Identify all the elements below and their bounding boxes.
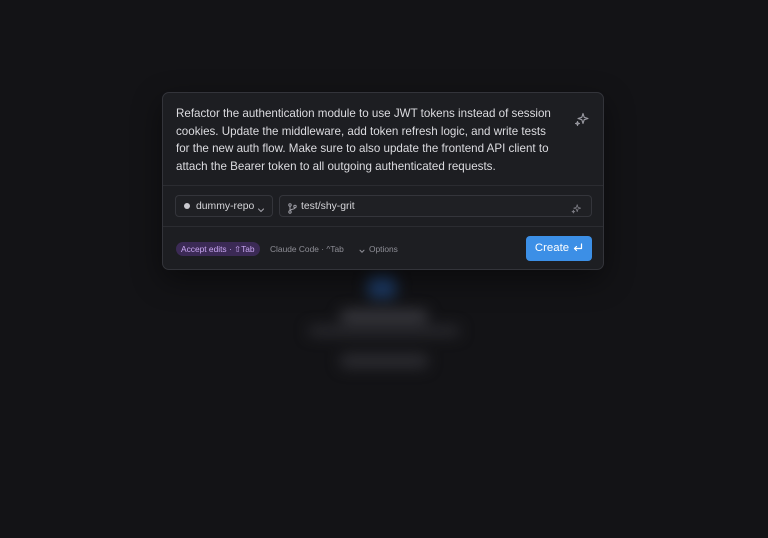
blurred-heading (340, 310, 428, 322)
repo-select[interactable]: dummy-repo (175, 195, 273, 217)
new-task-dialog: Refactor the authentication module to us… (162, 92, 604, 270)
branch-label: test/shy-grit (301, 201, 355, 212)
blurred-logo (368, 276, 396, 298)
accept-edits-badge[interactable]: Accept edits · ⇧Tab (176, 242, 260, 256)
enter-icon (573, 237, 583, 252)
sparkle-icon[interactable] (571, 201, 582, 214)
prompt-textarea[interactable]: Refactor the authentication module to us… (163, 93, 603, 186)
branch-input[interactable]: test/shy-grit (279, 195, 592, 217)
create-button[interactable]: Create (526, 236, 592, 261)
blurred-button (340, 354, 428, 368)
claude-code-toggle[interactable]: Claude Code · ^Tab (270, 242, 344, 256)
create-label: Create (534, 242, 570, 254)
dialog-footer: Accept edits · ⇧Tab Claude Code · ^Tab O… (163, 227, 603, 269)
repo-label: dummy-repo (196, 201, 255, 212)
blurred-subtext (308, 326, 460, 336)
prompt-text[interactable]: Refactor the authentication module to us… (176, 105, 561, 175)
repo-status-dot (184, 203, 190, 209)
chevron-down-icon (358, 245, 366, 253)
options-label: Options (369, 244, 398, 254)
selector-row: dummy-repo test/shy-grit (163, 186, 603, 227)
git-branch-icon (288, 201, 297, 214)
sparkle-icon[interactable] (574, 111, 590, 127)
chevron-down-icon (256, 202, 266, 213)
